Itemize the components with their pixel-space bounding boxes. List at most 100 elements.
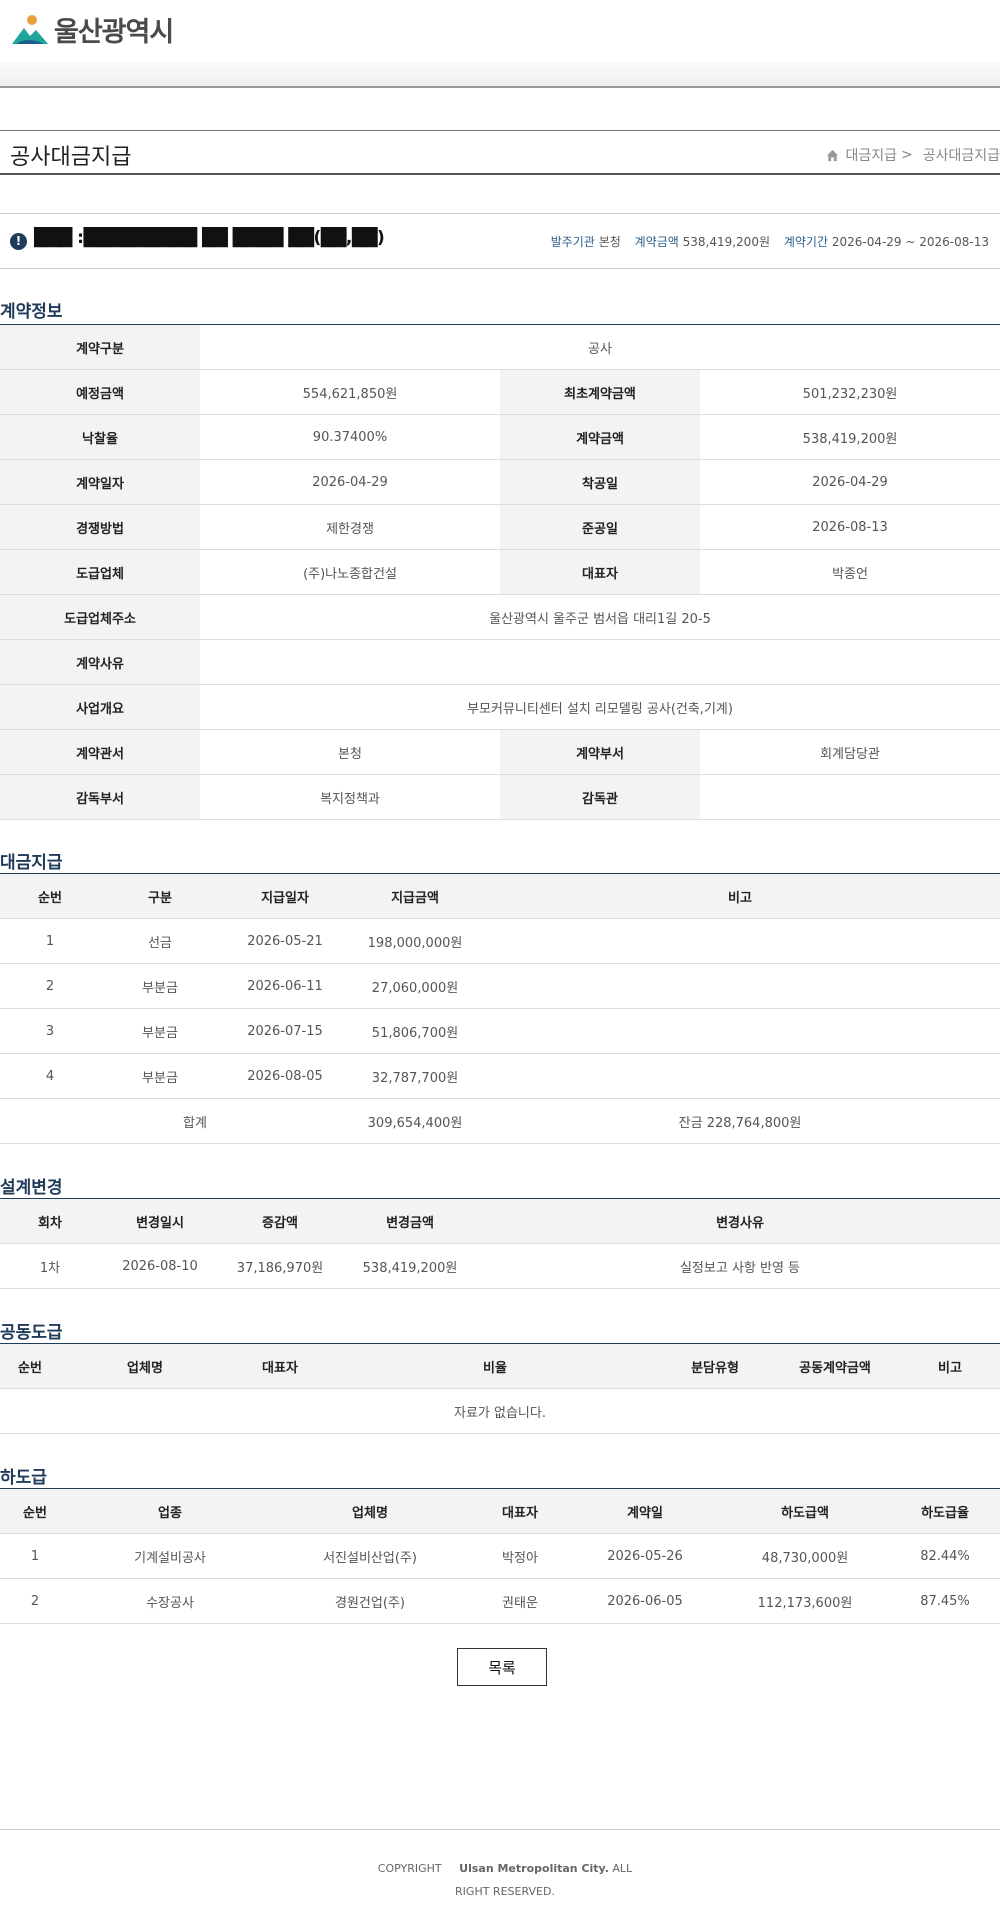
field-value: 501,232,230원 bbox=[700, 369, 1000, 415]
breadcrumb-item-current: 공사대금지급 bbox=[922, 148, 1000, 164]
column-header: 비고 bbox=[480, 873, 1000, 919]
table-cell: 기계설비공사 bbox=[70, 1533, 270, 1579]
agency-value: 본청 bbox=[598, 235, 621, 249]
column-header: 분담유형 bbox=[660, 1343, 770, 1389]
field-value: 부모커뮤니티센터 설치 리모델링 공사(건축,기계) bbox=[200, 684, 1000, 730]
table-row: 도급업체 (주)나노종합건설 대표자 박종언 bbox=[0, 549, 1000, 595]
section-title-subcontract: 하도급 bbox=[0, 1468, 47, 1488]
table-cell: 2026-06-11 bbox=[220, 963, 350, 1009]
table-row: 2 부분금 2026-06-11 27,060,000원 bbox=[0, 963, 1000, 1009]
footer-org: Ulsan Metropolitan City. bbox=[459, 1862, 609, 1875]
table-row: 계약일자 2026-04-29 착공일 2026-04-29 bbox=[0, 459, 1000, 505]
field-label: 계약관서 bbox=[0, 729, 200, 775]
table-cell: 권태운 bbox=[470, 1578, 570, 1624]
breadcrumb-item-payment[interactable]: 대금지급 bbox=[845, 145, 897, 165]
field-value bbox=[200, 639, 1000, 685]
payments-total-row: 합계 309,654,400원 잔금 228,764,800원 bbox=[0, 1098, 1000, 1144]
table-cell: 2026-08-10 bbox=[100, 1243, 220, 1289]
table-cell: 2026-06-05 bbox=[570, 1578, 720, 1624]
field-value bbox=[700, 774, 1000, 820]
column-header: 변경사유 bbox=[480, 1198, 1000, 1244]
balance-value: 잔금 228,764,800원 bbox=[480, 1098, 1000, 1144]
column-header: 공동계약금액 bbox=[770, 1343, 900, 1389]
field-label: 경쟁방법 bbox=[0, 504, 200, 550]
table-cell: 박정아 bbox=[470, 1533, 570, 1579]
table-row: 낙찰율 90.37400% 계약금액 538,419,200원 bbox=[0, 414, 1000, 460]
table-cell: 4 bbox=[0, 1053, 100, 1099]
table-row: 예정금액 554,621,850원 최초계약금액 501,232,230원 bbox=[0, 369, 1000, 415]
total-value: 309,654,400원 bbox=[350, 1098, 480, 1144]
column-header: 비고 bbox=[900, 1343, 1000, 1389]
table-cell: 부분금 bbox=[100, 963, 220, 1009]
field-value: 554,621,850원 bbox=[200, 369, 500, 415]
table-cell: 3 bbox=[0, 1008, 100, 1054]
table-cell: 82.44% bbox=[890, 1533, 1000, 1579]
field-value: 본청 bbox=[200, 729, 500, 775]
field-value: 울산광역시 울주군 범서읍 대리1길 20-5 bbox=[200, 594, 1000, 640]
table-cell bbox=[480, 1053, 1000, 1099]
field-label: 계약일자 bbox=[0, 459, 200, 505]
column-header: 순번 bbox=[0, 1343, 60, 1389]
column-header: 지급일자 bbox=[220, 873, 350, 919]
home-icon[interactable] bbox=[826, 149, 839, 162]
column-header: 지급금액 bbox=[350, 873, 480, 919]
field-value: 제한경쟁 bbox=[200, 504, 500, 550]
table-cell: 1 bbox=[0, 918, 100, 964]
field-label: 계약부서 bbox=[500, 729, 700, 775]
design-change-table: 회차 변경일시 증감액 변경금액 변경사유 1차 2026-08-10 37,186,970… bbox=[0, 1198, 1000, 1289]
field-value: 538,419,200원 bbox=[700, 414, 1000, 460]
column-header: 대표자 bbox=[470, 1488, 570, 1534]
table-cell: 부분금 bbox=[100, 1008, 220, 1054]
breadcrumb: 대금지급 > 공사대금지급 bbox=[826, 145, 1000, 165]
field-label: 최초계약금액 bbox=[500, 369, 700, 415]
field-label: 감독부서 bbox=[0, 774, 200, 820]
empty-message: 자료가 없습니다. bbox=[0, 1388, 1000, 1434]
title-bar: 공사대금지급 대금지급 > 공사대금지급 bbox=[0, 130, 1000, 175]
list-button[interactable]: 목록 bbox=[457, 1648, 547, 1686]
column-header: 하도급액 bbox=[720, 1488, 890, 1534]
column-header: 업체명 bbox=[60, 1343, 230, 1389]
field-label: 계약금액 bbox=[500, 414, 700, 460]
column-header: 순번 bbox=[0, 873, 100, 919]
table-cell: 수장공사 bbox=[70, 1578, 270, 1624]
table-cell: 1 bbox=[0, 1533, 70, 1579]
field-label: 준공일 bbox=[500, 504, 700, 550]
field-value: 복지정책과 bbox=[200, 774, 500, 820]
field-value: 90.37400% bbox=[200, 414, 500, 460]
agency-label: 발주기관 bbox=[550, 235, 595, 249]
table-cell: 서진설비산업(주) bbox=[270, 1533, 470, 1579]
table-cell bbox=[480, 1008, 1000, 1054]
table-header-row: 순번 구분 지급일자 지급금액 비고 bbox=[0, 873, 1000, 919]
field-value: 공사 bbox=[200, 324, 1000, 370]
table-header-row: 순번 업체명 대표자 비율 분담유형 공동계약금액 비고 bbox=[0, 1343, 1000, 1389]
table-header-row: 순번 업종 업체명 대표자 계약일 하도급액 하도급율 bbox=[0, 1488, 1000, 1534]
section-title-design-change: 설계변경 bbox=[0, 1178, 63, 1198]
field-label: 계약구분 bbox=[0, 324, 200, 370]
table-cell bbox=[480, 918, 1000, 964]
field-label: 도급업체주소 bbox=[0, 594, 200, 640]
column-header: 증감액 bbox=[220, 1198, 340, 1244]
site-logo[interactable]: 울산광역시 bbox=[10, 10, 174, 49]
column-header: 업종 bbox=[70, 1488, 270, 1534]
joint-contract-table: 순번 업체명 대표자 비율 분담유형 공동계약금액 비고 자료가 없습니다. bbox=[0, 1343, 1000, 1434]
footer-copyright: COPYRIGHT Ulsan Metropolitan City. ALL R… bbox=[370, 1857, 640, 1903]
table-cell: 1차 bbox=[0, 1243, 100, 1289]
column-header: 변경일시 bbox=[100, 1198, 220, 1244]
table-cell: 선금 bbox=[100, 918, 220, 964]
table-cell: 2026-08-05 bbox=[220, 1053, 350, 1099]
field-label: 계약사유 bbox=[0, 639, 200, 685]
table-cell: 51,806,700원 bbox=[350, 1008, 480, 1054]
table-row: 4 부분금 2026-08-05 32,787,700원 bbox=[0, 1053, 1000, 1099]
amount-label: 계약금액 bbox=[634, 235, 679, 249]
column-header: 비율 bbox=[330, 1343, 660, 1389]
table-row: 계약사유 bbox=[0, 639, 1000, 685]
period-label: 계약기간 bbox=[783, 235, 828, 249]
column-header: 순번 bbox=[0, 1488, 70, 1534]
column-header: 업체명 bbox=[270, 1488, 470, 1534]
column-header: 회차 bbox=[0, 1198, 100, 1244]
column-header: 구분 bbox=[100, 873, 220, 919]
amount-value: 538,419,200원 bbox=[682, 235, 770, 249]
table-row: 1차 2026-08-10 37,186,970원 538,419,200원 실정보고 … bbox=[0, 1243, 1000, 1289]
field-value: 2026-04-29 bbox=[200, 459, 500, 505]
table-cell: 2 bbox=[0, 963, 100, 1009]
